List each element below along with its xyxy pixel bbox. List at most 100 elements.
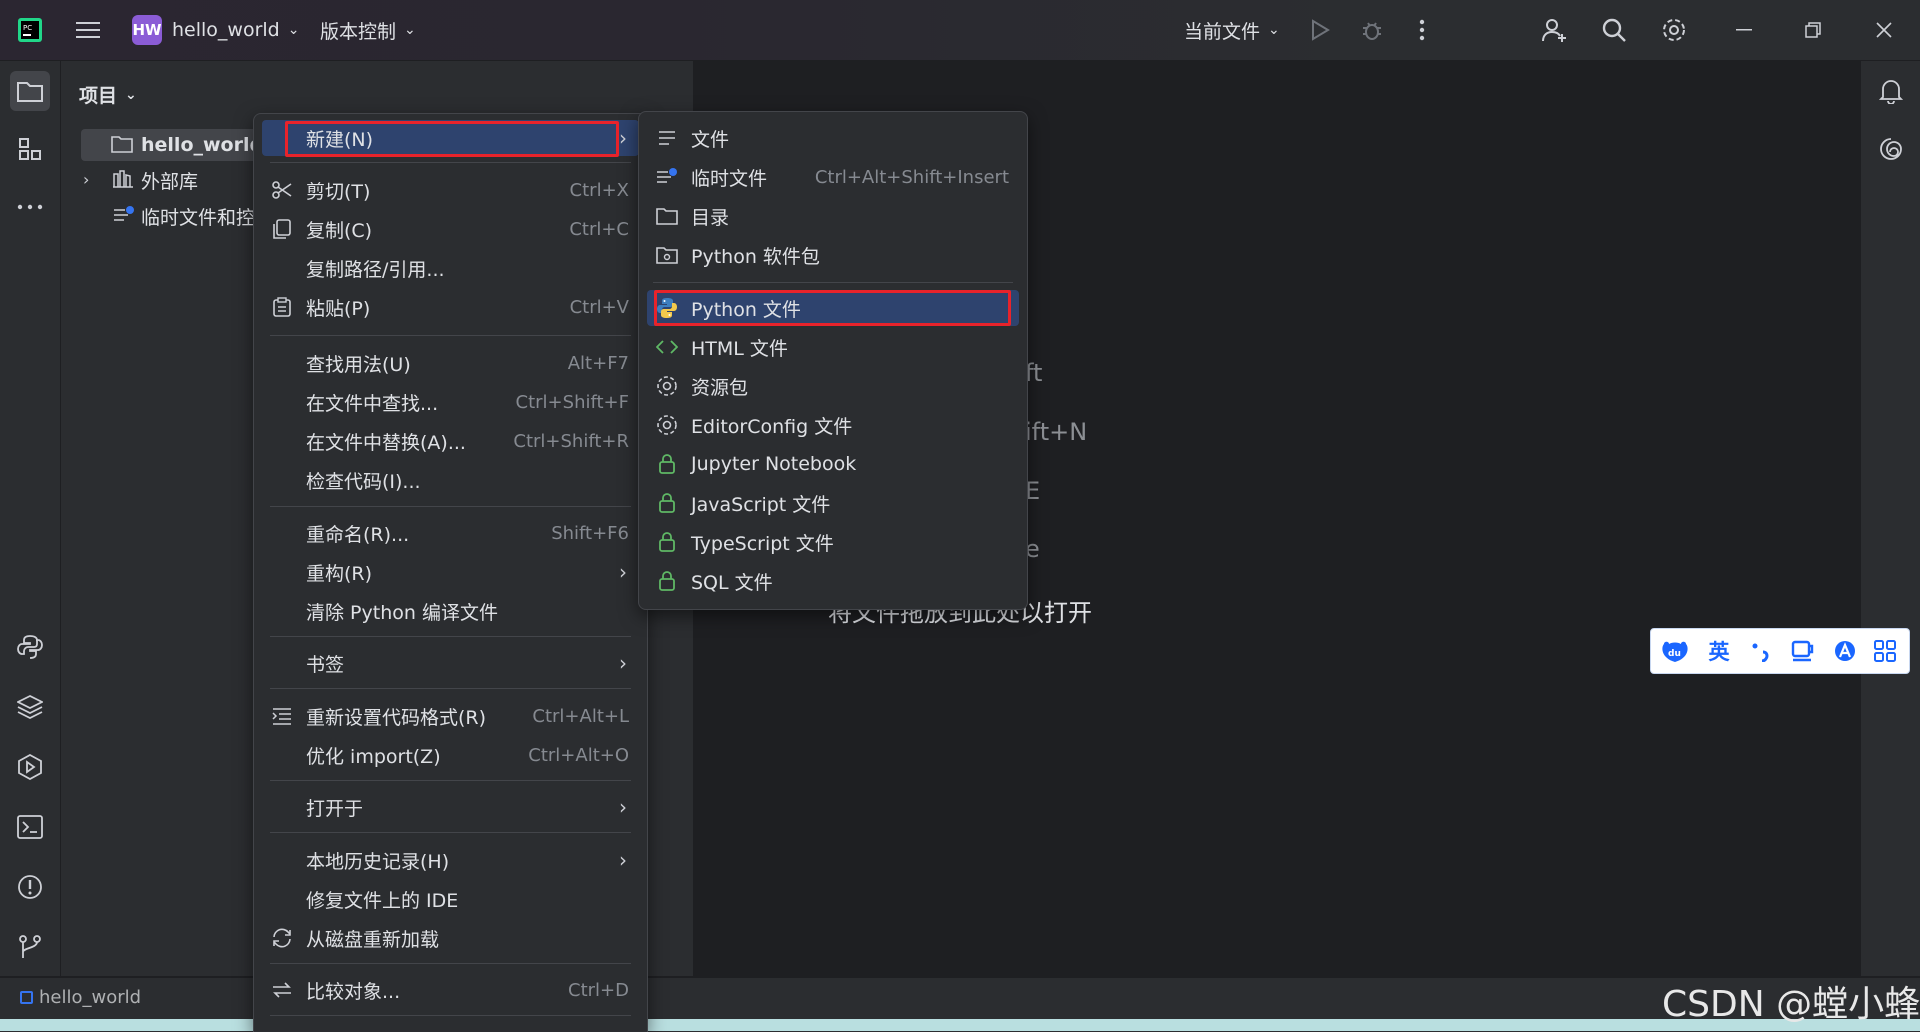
submenu-item-resource-bundle[interactable]: 资源包	[647, 368, 1019, 404]
skin-cup-icon[interactable]	[1787, 635, 1819, 667]
search-icon[interactable]	[1598, 14, 1630, 46]
menu-item-repair-ide[interactable]: 修复文件上的 IDE	[262, 881, 639, 917]
services-run-icon[interactable]	[10, 747, 50, 787]
lock-icon	[655, 452, 679, 476]
layers-icon[interactable]	[10, 687, 50, 727]
add-user-icon[interactable]	[1538, 14, 1570, 46]
menu-item-clean-python-compiled[interactable]: 清除 Python 编译文件	[262, 593, 639, 629]
html-icon	[655, 335, 679, 359]
scratch-file-icon	[655, 165, 679, 189]
scratch-icon	[113, 205, 135, 230]
project-badge[interactable]: HW	[132, 15, 162, 45]
svg-text:PC: PC	[23, 24, 32, 32]
minimize-icon[interactable]	[1728, 14, 1760, 46]
menu-item-refactor[interactable]: 重构(R) ›	[262, 554, 639, 590]
menu-item-local-history[interactable]: 本地历史记录(H) ›	[262, 842, 639, 878]
submenu-item-editorconfig[interactable]: EditorConfig 文件	[647, 407, 1019, 443]
menu-item-open-in[interactable]: 打开于 ›	[262, 789, 639, 825]
submenu-item-html-file[interactable]: HTML 文件	[647, 329, 1019, 365]
ai-assistant-spiral-icon[interactable]	[1871, 129, 1911, 169]
menu-item-reformat-code[interactable]: 重新设置代码格式(R) Ctrl+Alt+L	[262, 698, 639, 734]
breadcrumb-label: hello_world	[39, 987, 142, 1008]
copy-icon	[270, 217, 294, 241]
chevron-right-icon: ›	[619, 848, 627, 872]
grid-menu-icon[interactable]	[1869, 635, 1901, 667]
folder-icon	[655, 204, 679, 228]
folder-icon	[111, 135, 133, 158]
chevron-right-icon: ›	[619, 560, 627, 584]
git-branch-icon[interactable]	[10, 927, 50, 967]
breadcrumb[interactable]: hello_world	[20, 987, 141, 1008]
menu-item-replace-in-files[interactable]: 在文件中替换(A)... Ctrl+Shift+R	[262, 423, 639, 459]
chevron-down-icon: ⌄	[404, 22, 416, 38]
ime-lang-toggle[interactable]: 英	[1703, 635, 1735, 667]
notifications-bell-icon[interactable]	[1871, 71, 1911, 111]
submenu-item-file[interactable]: 文件	[647, 120, 1019, 156]
menu-separator	[270, 688, 631, 689]
chevron-right-icon: ›	[619, 795, 627, 819]
menu-item-bookmarks[interactable]: 书签 ›	[262, 645, 639, 681]
vcs-menu[interactable]: 版本控制 ⌄	[320, 0, 416, 60]
compare-icon	[270, 978, 294, 1002]
watermark: CSDN @螳小蜂	[1662, 984, 1920, 1025]
menu-item-cut[interactable]: 剪切(T) Ctrl+X	[262, 172, 639, 208]
submenu-item-javascript[interactable]: JavaScript 文件	[647, 485, 1019, 521]
submenu-item-sql[interactable]: SQL 文件	[647, 563, 1019, 599]
chevron-right-icon: ›	[83, 170, 90, 189]
main-menu-icon[interactable]	[72, 14, 104, 46]
close-icon[interactable]	[1868, 14, 1900, 46]
submenu-item-jupyter[interactable]: Jupyter Notebook	[647, 446, 1019, 482]
submenu-item-directory[interactable]: 目录	[647, 198, 1019, 234]
menu-item-compare-with[interactable]: 比较对象... Ctrl+D	[262, 972, 639, 1008]
chevron-down-icon: ⌄	[287, 22, 300, 38]
submenu-item-scratch-file[interactable]: 临时文件 Ctrl+Alt+Shift+Insert	[647, 159, 1019, 195]
settings-gear-icon[interactable]	[1658, 14, 1690, 46]
menu-item-inspect-code[interactable]: 检查代码(I)...	[262, 462, 639, 498]
python-console-icon[interactable]	[10, 627, 50, 667]
project-view-selector[interactable]: 项目 ⌄	[79, 81, 137, 108]
chevron-right-icon: ›	[619, 126, 627, 150]
structure-icon[interactable]	[10, 129, 50, 169]
submenu-item-python-package[interactable]: Python 软件包	[647, 237, 1019, 273]
more-vertical-icon[interactable]	[1406, 14, 1438, 46]
menu-item-rename[interactable]: 重命名(R)... Shift+F6	[262, 515, 639, 551]
debug-icon[interactable]	[1356, 14, 1388, 46]
module-square-icon	[20, 991, 33, 1004]
project-folder-icon[interactable]	[10, 71, 50, 111]
pycharm-logo-icon: PC	[14, 14, 46, 46]
menu-separator	[270, 335, 631, 336]
project-selector[interactable]: hello_world ⌄	[172, 0, 299, 60]
new-submenu: 文件 临时文件 Ctrl+Alt+Shift+Insert 目录 Python …	[638, 111, 1028, 610]
more-horizontal-icon[interactable]	[10, 187, 50, 227]
menu-item-reload-from-disk[interactable]: 从磁盘重新加载	[262, 920, 639, 956]
chevron-down-icon: ⌄	[1268, 22, 1280, 38]
menu-item-find-in-files[interactable]: 在文件中查找... Ctrl+Shift+F	[262, 384, 639, 420]
chevron-down-icon: ⌄	[125, 86, 137, 103]
lock-icon	[655, 569, 679, 593]
run-icon[interactable]	[1304, 14, 1336, 46]
terminal-icon[interactable]	[10, 807, 50, 847]
menu-item-paste[interactable]: 粘贴(P) Ctrl+V	[262, 289, 639, 325]
menu-item-copy-path[interactable]: 复制路径/引用...	[262, 250, 639, 286]
menu-item-optimize-imports[interactable]: 优化 import(Z) Ctrl+Alt+O	[262, 737, 639, 773]
submenu-item-typescript[interactable]: TypeScript 文件	[647, 524, 1019, 560]
problems-icon[interactable]	[10, 867, 50, 907]
submenu-item-python-file[interactable]: Python 文件	[647, 290, 1019, 326]
baidu-paw-icon[interactable]: du	[1659, 635, 1691, 667]
menu-item-find-usages[interactable]: 查找用法(U) Alt+F7	[262, 345, 639, 381]
python-icon	[655, 296, 679, 320]
menu-item-copy[interactable]: 复制(C) Ctrl+C	[262, 211, 639, 247]
run-config-selector[interactable]: 当前文件 ⌄	[1184, 0, 1280, 60]
package-icon	[655, 243, 679, 267]
tree-row-scratches[interactable]: 临时文件和控制台	[81, 200, 281, 232]
library-icon	[113, 170, 133, 193]
left-tool-strip	[0, 61, 61, 976]
svg-text:du: du	[1668, 649, 1681, 659]
restore-icon[interactable]	[1797, 14, 1829, 46]
menu-separator	[270, 506, 631, 507]
punctuation-icon[interactable]	[1745, 635, 1777, 667]
menu-item-new[interactable]: 新建(N) ›	[262, 120, 639, 156]
ime-toolbar[interactable]: du 英	[1650, 628, 1910, 674]
format-icon	[270, 704, 294, 728]
ai-text-icon[interactable]	[1829, 635, 1861, 667]
